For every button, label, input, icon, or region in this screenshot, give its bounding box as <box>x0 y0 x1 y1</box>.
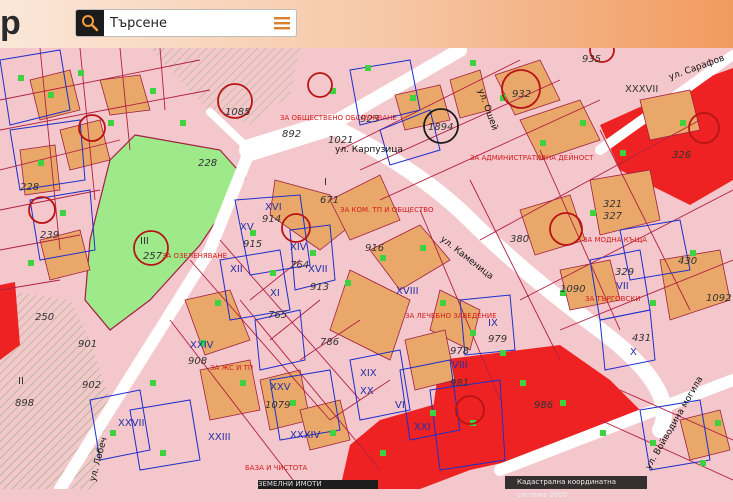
svg-text:II: II <box>18 376 24 387</box>
svg-text:XIV: XIV <box>290 242 307 253</box>
svg-text:228: 228 <box>198 158 217 169</box>
search-button[interactable] <box>76 10 104 36</box>
svg-text:327: 327 <box>603 211 623 222</box>
svg-text:978: 978 <box>450 346 469 357</box>
svg-text:VII: VII <box>616 281 629 292</box>
svg-text:915: 915 <box>243 239 262 250</box>
svg-text:431: 431 <box>632 333 651 344</box>
svg-text:986: 986 <box>534 400 553 411</box>
svg-text:ЗА ОЗЕЛЕНЯВАНЕ: ЗА ОЗЕЛЕНЯВАНЕ <box>162 252 227 260</box>
logo[interactable]: p <box>0 4 21 43</box>
svg-text:979: 979 <box>488 334 507 345</box>
search-icon <box>82 15 99 32</box>
svg-text:239: 239 <box>40 230 59 241</box>
svg-text:III: III <box>140 236 149 247</box>
svg-text:257: 257 <box>143 251 163 262</box>
svg-text:ЗА ТЪРГОВСКИ: ЗА ТЪРГОВСКИ <box>585 295 641 303</box>
svg-text:ЗА ОБЩЕСТВЕНО ОБСЛУЖВАНЕ: ЗА ОБЩЕСТВЕНО ОБСЛУЖВАНЕ <box>280 114 397 122</box>
svg-text:916: 916 <box>365 243 384 254</box>
svg-text:228: 228 <box>20 182 39 193</box>
svg-text:935: 935 <box>582 54 601 65</box>
svg-text:XI: XI <box>270 288 280 299</box>
svg-text:1079: 1079 <box>265 400 290 411</box>
svg-text:XXVII: XXVII <box>118 418 144 429</box>
top-bar: p <box>0 0 733 48</box>
cadastral-map[interactable]: 932 1085 892 898 671 914 916 915 764 765… <box>0 0 733 489</box>
svg-text:XXXIV: XXXIV <box>290 430 321 441</box>
hamburger-menu-icon <box>274 17 290 30</box>
svg-text:ЗА ЖС И ТП: ЗА ЖС И ТП <box>210 364 253 372</box>
search-box <box>75 9 297 37</box>
svg-text:XIX: XIX <box>360 368 377 379</box>
svg-text:VIII: VIII <box>452 360 468 371</box>
svg-text:326: 326 <box>672 150 691 161</box>
svg-text:1092: 1092 <box>706 293 731 304</box>
svg-text:380: 380 <box>510 234 529 245</box>
svg-text:XII: XII <box>230 264 243 275</box>
svg-text:321: 321 <box>603 199 622 210</box>
scale-info: ЗЕМЕЛНИ ИМОТИ <box>258 480 322 488</box>
svg-text:ул. Карпузица: ул. Карпузица <box>335 145 403 155</box>
svg-text:902: 902 <box>82 380 101 391</box>
scale-info-bar: ЗЕМЕЛНИ ИМОТИ <box>258 480 378 489</box>
coordinate-system-bar: Кадастрална координатна система 2005 <box>505 476 647 499</box>
svg-text:901: 901 <box>78 339 97 350</box>
svg-text:ЗА КОМ. ТП И ОБЩЕСТВО: ЗА КОМ. ТП И ОБЩЕСТВО <box>340 206 434 214</box>
search-input[interactable] <box>110 13 260 33</box>
svg-text:XX: XX <box>360 386 374 397</box>
svg-text:1894: 1894 <box>428 122 453 133</box>
svg-text:X: X <box>630 347 637 358</box>
svg-text:XVI: XVI <box>265 202 282 213</box>
svg-text:XVIII: XVIII <box>396 286 419 297</box>
svg-text:914: 914 <box>262 214 281 225</box>
svg-text:981: 981 <box>450 378 469 389</box>
svg-text:I: I <box>324 177 327 188</box>
svg-text:XXXVII: XXXVII <box>625 84 658 95</box>
svg-text:671: 671 <box>320 195 339 206</box>
svg-text:898: 898 <box>15 398 34 409</box>
svg-text:XXI: XXI <box>414 422 431 433</box>
svg-text:ЗА ЛЕЧЕБНО ЗАВЕДЕНИЕ: ЗА ЛЕЧЕБНО ЗАВЕДЕНИЕ <box>405 312 497 320</box>
svg-text:1090: 1090 <box>560 284 585 295</box>
svg-text:250: 250 <box>35 312 54 323</box>
svg-text:1085: 1085 <box>225 107 250 118</box>
svg-text:XVII: XVII <box>308 264 328 275</box>
svg-text:ЗА МОДНА КЪЩА: ЗА МОДНА КЪЩА <box>583 236 647 244</box>
svg-text:892: 892 <box>282 129 301 140</box>
svg-text:329: 329 <box>615 267 634 278</box>
svg-text:VI: VI <box>395 400 405 411</box>
svg-text:ЗА АДМИНИСТРАТИВНА ДЕЙНОСТ: ЗА АДМИНИСТРАТИВНА ДЕЙНОСТ <box>470 153 594 162</box>
svg-text:XXV: XXV <box>270 382 291 393</box>
svg-text:786: 786 <box>320 337 339 348</box>
svg-text:430: 430 <box>678 256 697 267</box>
svg-text:XV: XV <box>240 222 254 233</box>
svg-text:764: 764 <box>290 260 309 271</box>
svg-text:765: 765 <box>268 310 287 321</box>
menu-button[interactable] <box>272 13 292 33</box>
svg-text:932: 932 <box>512 89 531 100</box>
svg-text:913: 913 <box>310 282 329 293</box>
svg-text:XXIII: XXIII <box>208 432 231 443</box>
svg-text:БАЗА И ЧИСТОТА: БАЗА И ЧИСТОТА <box>245 464 308 472</box>
svg-text:XXIV: XXIV <box>190 340 214 351</box>
svg-text:908: 908 <box>188 356 207 367</box>
